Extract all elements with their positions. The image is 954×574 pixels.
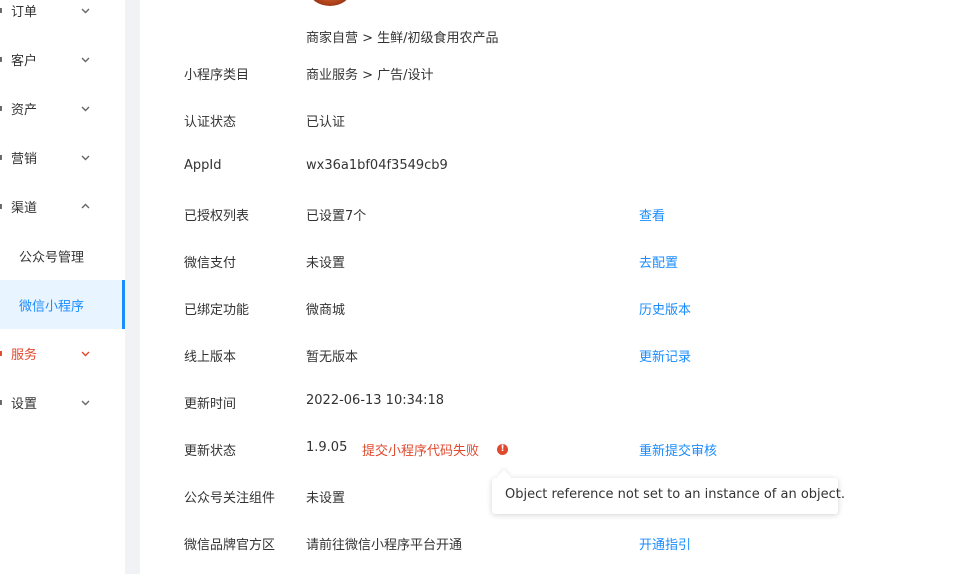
detail-row: 已授权列表 已设置7个 查看 — [140, 205, 954, 225]
error-tooltip-text: Object reference not set to an instance … — [505, 487, 846, 502]
detail-value: 商业服务 > 广告/设计 — [306, 68, 434, 83]
detail-value: 暂无版本 — [306, 350, 359, 365]
resubmit-review-link[interactable]: 重新提交审核 — [639, 440, 717, 459]
detail-row: 认证状态 已认证 — [140, 111, 954, 131]
sidebar-item-label: 渠道 — [11, 201, 38, 216]
mini-program-detail-panel: 商家自营 > 生鲜/初级食用农产品 小程序类目 商业服务 > 广告/设计 认证状… — [140, 0, 954, 574]
order-icon: ▪ — [0, 5, 4, 15]
history-versions-link[interactable]: 历史版本 — [639, 299, 691, 318]
detail-value: 请前往微信小程序平台开通 — [306, 538, 463, 553]
detail-value: 未设置 — [306, 256, 346, 271]
sidebar-item-settings[interactable]: ▪ 设置 — [0, 378, 125, 427]
detail-value: 未设置 — [306, 491, 346, 506]
marketing-icon: ▪ — [0, 152, 4, 162]
detail-label: 微信品牌官方区 — [184, 538, 276, 553]
error-info-icon[interactable]: ! — [497, 444, 508, 455]
chevron-down-icon — [81, 8, 90, 13]
chevron-down-icon — [81, 106, 90, 111]
appid-value: wx36a1bf04f3549cb9 — [306, 158, 448, 173]
channel-icon: ▪ — [0, 201, 4, 211]
detail-value: 2022-06-13 10:34:18 — [306, 393, 445, 408]
category-path-row: 商家自营 > 生鲜/初级食用农产品 — [140, 27, 954, 47]
sidebar-item-assets[interactable]: ▪ 资产 — [0, 84, 125, 133]
detail-label: 微信支付 — [184, 256, 237, 271]
active-indicator — [122, 280, 125, 329]
sidebar-item-marketing[interactable]: ▪ 营销 — [0, 133, 125, 182]
activation-guide-link[interactable]: 开通指引 — [639, 534, 691, 553]
customer-icon: ▪ — [0, 54, 4, 64]
category-path: 商家自营 > 生鲜/初级食用农产品 — [306, 31, 499, 46]
sidebar-item-orders[interactable]: ▪ 订单 — [0, 0, 125, 35]
detail-label: 公众号关注组件 — [184, 491, 276, 506]
chevron-down-icon — [81, 351, 90, 356]
sidebar-subitem-label: 微信小程序 — [19, 299, 85, 314]
detail-row: 小程序类目 商业服务 > 广告/设计 — [140, 64, 954, 84]
sidebar: ▪ 订单 ▪ 客户 ▪ 资产 ▪ 营销 ▪ 渠道 公众号管理 微信小程序 ▪ 服… — [0, 0, 125, 574]
error-tooltip: Object reference not set to an instance … — [492, 478, 845, 514]
detail-row: 微信品牌官方区 请前往微信小程序平台开通 开通指引 — [140, 534, 954, 554]
detail-label: 更新时间 — [184, 397, 237, 412]
detail-row: 已绑定功能 微商城 历史版本 — [140, 299, 954, 319]
sidebar-item-channels[interactable]: ▪ 渠道 — [0, 182, 125, 231]
detail-label: 更新状态 — [184, 444, 237, 459]
chevron-down-icon — [81, 57, 90, 62]
sidebar-subitem-official-account[interactable]: 公众号管理 — [0, 231, 125, 280]
chevron-down-icon — [81, 155, 90, 160]
detail-row: 微信支付 未设置 去配置 — [140, 252, 954, 272]
update-error-text: 提交小程序代码失败 — [362, 444, 480, 459]
detail-value: 已设置7个 — [306, 209, 367, 224]
configure-link[interactable]: 去配置 — [639, 252, 678, 271]
view-link[interactable]: 查看 — [639, 205, 665, 224]
detail-row: 更新状态 1.9.05 提交小程序代码失败 ! 重新提交审核 — [140, 440, 954, 460]
detail-label: 线上版本 — [184, 350, 237, 365]
sidebar-item-label: 客户 — [11, 54, 38, 69]
avatar — [310, 0, 350, 6]
detail-label: 认证状态 — [184, 115, 237, 130]
detail-value: 已认证 — [306, 115, 346, 130]
sidebar-subitem-mini-program[interactable]: 微信小程序 — [0, 280, 125, 329]
detail-label: 已绑定功能 — [184, 303, 250, 318]
detail-row: AppId wx36a1bf04f3549cb9 — [140, 158, 954, 178]
detail-row: 线上版本 暂无版本 更新记录 — [140, 346, 954, 366]
sidebar-item-label: 设置 — [11, 397, 38, 412]
detail-label: 小程序类目 — [184, 68, 250, 83]
asset-icon: ▪ — [0, 103, 4, 113]
detail-row: 更新时间 2022-06-13 10:34:18 — [140, 393, 954, 413]
sidebar-item-services[interactable]: ▪ 服务 — [0, 329, 125, 378]
sidebar-item-label: 资产 — [11, 103, 38, 118]
service-icon: ▪ — [0, 348, 4, 358]
sidebar-item-label: 订单 — [11, 5, 38, 20]
sidebar-item-label: 服务 — [11, 348, 38, 363]
detail-label: AppId — [184, 158, 222, 173]
update-log-link[interactable]: 更新记录 — [639, 346, 691, 365]
version-value: 1.9.05 — [306, 440, 348, 455]
sidebar-item-label: 营销 — [11, 152, 38, 167]
detail-value: 微商城 — [306, 303, 346, 318]
detail-label: 已授权列表 — [184, 209, 250, 224]
sidebar-subitem-label: 公众号管理 — [19, 250, 85, 265]
sidebar-item-customers[interactable]: ▪ 客户 — [0, 35, 125, 84]
chevron-down-icon — [81, 400, 90, 405]
settings-icon: ▪ — [0, 397, 4, 407]
chevron-up-icon — [81, 203, 90, 208]
